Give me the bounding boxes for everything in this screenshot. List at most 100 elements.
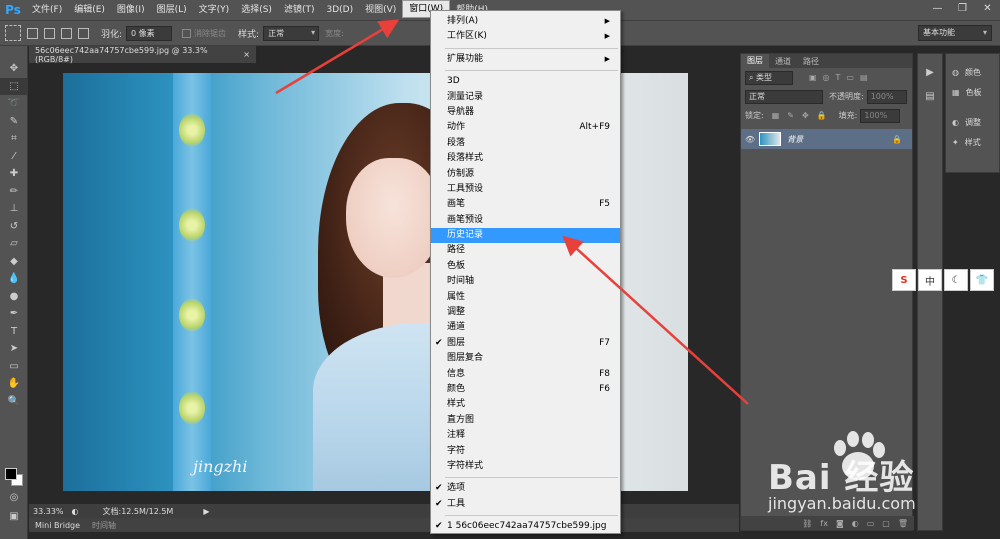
- window-menu-item[interactable]: ✔ 工具: [431, 497, 620, 512]
- status-arrow-icon[interactable]: ▶: [203, 507, 209, 516]
- tab-mini-bridge[interactable]: Mini Bridge: [29, 521, 86, 530]
- window-menu-item[interactable]: 排列(A) ▶: [431, 14, 620, 29]
- window-menu-item[interactable]: ✔ 1 56c06eec742aa74757cbe599.jpg: [431, 519, 620, 534]
- close-icon[interactable]: ✕: [975, 0, 1000, 17]
- brush-tool-icon[interactable]: ✏: [0, 183, 28, 201]
- tab-channels[interactable]: 通道: [769, 56, 797, 67]
- opacity-input[interactable]: 100%: [866, 89, 907, 104]
- style-select[interactable]: 正常: [263, 25, 320, 41]
- marquee-preset-icon[interactable]: [5, 25, 21, 41]
- healing-tool-icon[interactable]: ✚: [0, 165, 28, 183]
- visibility-eye-icon[interactable]: 👁: [745, 135, 755, 144]
- window-menu-item[interactable]: ✔ 图层 F7: [431, 336, 620, 351]
- history-brush-tool-icon[interactable]: ↺: [0, 218, 28, 236]
- window-menu-item[interactable]: 仿制源: [431, 167, 620, 182]
- window-menu-item[interactable]: 色板: [431, 259, 620, 274]
- window-menu-item[interactable]: 段落: [431, 136, 620, 151]
- menu-item[interactable]: 滤镜(T): [278, 0, 321, 20]
- screen-mode-icon[interactable]: ▣: [0, 508, 28, 526]
- pen-tool-icon[interactable]: ✒: [0, 305, 28, 323]
- feather-input[interactable]: 0 像素: [126, 25, 173, 41]
- restore-icon[interactable]: ❐: [950, 0, 975, 17]
- subtract-selection-icon[interactable]: [61, 27, 72, 39]
- window-menu-item[interactable]: 段落样式: [431, 151, 620, 166]
- menu-item[interactable]: 3D(D): [320, 0, 359, 20]
- sogou-icon[interactable]: S: [892, 269, 916, 291]
- zoom-tool-icon[interactable]: 🔍: [0, 393, 28, 411]
- window-menu-item[interactable]: 通道: [431, 320, 620, 335]
- foreground-color-swatch[interactable]: [5, 468, 17, 480]
- window-menu-item[interactable]: 测量记录: [431, 90, 620, 105]
- menu-item[interactable]: 图层(L): [151, 0, 193, 20]
- zoom-level[interactable]: 33.33%: [29, 507, 68, 516]
- side-panel-swatches[interactable]: ▦ 色板: [946, 82, 999, 102]
- window-menu-item[interactable]: 扩展功能 ▶: [431, 52, 620, 67]
- side-panel-styles[interactable]: ✦ 样式: [946, 132, 999, 152]
- crop-tool-icon[interactable]: ⌗: [0, 130, 28, 148]
- status-icon[interactable]: ◐: [72, 507, 79, 516]
- blend-mode-select[interactable]: 正常: [745, 89, 823, 104]
- quick-mask-icon[interactable]: ◎: [0, 489, 28, 507]
- minimize-icon[interactable]: —: [925, 0, 950, 17]
- menu-item[interactable]: 图像(I): [111, 0, 151, 20]
- window-menu-item[interactable]: 字符样式: [431, 459, 620, 474]
- skin-icon[interactable]: 👕: [970, 269, 994, 291]
- layer-row-background[interactable]: 👁 背景 🔒: [741, 129, 912, 149]
- window-menu-item[interactable]: 调整: [431, 305, 620, 320]
- properties-icon[interactable]: ▤: [918, 88, 942, 106]
- menu-item[interactable]: 编辑(E): [68, 0, 111, 20]
- window-menu-item[interactable]: 颜色 F6: [431, 382, 620, 397]
- ime-chinese-toggle[interactable]: 中: [918, 269, 942, 291]
- dodge-tool-icon[interactable]: ●: [0, 288, 28, 306]
- window-menu-item[interactable]: 3D: [431, 74, 620, 89]
- window-menu-item[interactable]: 工具预设: [431, 182, 620, 197]
- layer-name[interactable]: 背景: [787, 134, 803, 145]
- window-menu-item[interactable]: 字符: [431, 444, 620, 459]
- move-tool-icon[interactable]: ✥: [0, 60, 28, 78]
- workspace-select[interactable]: 基本功能: [918, 25, 992, 41]
- menu-item[interactable]: 文件(F): [26, 0, 68, 20]
- type-tool-icon[interactable]: T: [0, 323, 28, 341]
- close-tab-icon[interactable]: ×: [243, 50, 250, 59]
- tab-timeline[interactable]: 时间轴: [86, 520, 122, 531]
- moon-icon[interactable]: ☾: [944, 269, 968, 291]
- menu-item[interactable]: 选择(S): [235, 0, 278, 20]
- new-selection-icon[interactable]: [27, 27, 38, 39]
- hand-tool-icon[interactable]: ✋: [0, 375, 28, 393]
- window-menu-item[interactable]: 画笔预设: [431, 213, 620, 228]
- quick-select-tool-icon[interactable]: ✎: [0, 113, 28, 131]
- window-menu-item[interactable]: 历史记录: [431, 228, 620, 244]
- menu-item[interactable]: 视图(V): [359, 0, 402, 20]
- window-menu-item[interactable]: 直方图: [431, 413, 620, 428]
- window-menu-item[interactable]: 样式: [431, 397, 620, 412]
- layer-kind-select[interactable]: ⌕ 类型: [745, 70, 793, 85]
- window-menu-item[interactable]: 信息 F8: [431, 367, 620, 382]
- window-menu-item[interactable]: 动作 Alt+F9: [431, 120, 620, 135]
- window-menu-item[interactable]: ✔ 选项: [431, 481, 620, 496]
- eraser-tool-icon[interactable]: ▱: [0, 235, 28, 253]
- stamp-tool-icon[interactable]: ⊥: [0, 200, 28, 218]
- tab-paths[interactable]: 路径: [797, 56, 825, 67]
- bucket-tool-icon[interactable]: ◆: [0, 253, 28, 271]
- window-menu-item[interactable]: 工作区(K) ▶: [431, 29, 620, 44]
- side-panel-adjustments[interactable]: ◐ 调整: [946, 112, 999, 132]
- window-menu-item[interactable]: 路径: [431, 243, 620, 258]
- fill-input[interactable]: 100%: [860, 108, 901, 123]
- antialias-checkbox[interactable]: [182, 28, 192, 38]
- tab-layers[interactable]: 图层: [741, 54, 769, 68]
- play-icon[interactable]: ▶: [918, 64, 942, 82]
- menu-item[interactable]: 文字(Y): [193, 0, 236, 20]
- window-menu-item[interactable]: 画笔 F5: [431, 197, 620, 212]
- intersect-selection-icon[interactable]: [78, 27, 89, 39]
- lasso-tool-icon[interactable]: ➰: [0, 95, 28, 113]
- window-menu-item[interactable]: 图层复合: [431, 351, 620, 366]
- window-menu-item[interactable]: 注释: [431, 428, 620, 443]
- document-tab[interactable]: 56c06eec742aa74757cbe599.jpg @ 33.3%(RGB…: [29, 46, 257, 64]
- eyedropper-tool-icon[interactable]: ⁄: [0, 148, 28, 166]
- path-select-tool-icon[interactable]: ➤: [0, 340, 28, 358]
- shape-tool-icon[interactable]: ▭: [0, 358, 28, 376]
- add-selection-icon[interactable]: [44, 27, 55, 39]
- window-menu-item[interactable]: 时间轴: [431, 274, 620, 289]
- marquee-tool-icon[interactable]: ⬚: [0, 77, 28, 95]
- lock-icons[interactable]: ▦✎✥🔒: [772, 111, 835, 120]
